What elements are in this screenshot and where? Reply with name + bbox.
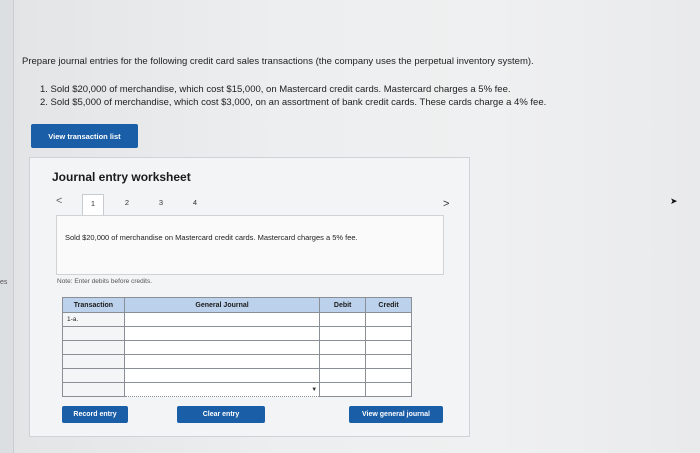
- header-transaction: Transaction: [62, 297, 125, 313]
- table-header-row: Transaction General Journal Debit Credit: [62, 297, 412, 313]
- entry-note: Note: Enter debits before credits.: [57, 278, 153, 285]
- transactions-list: 1. Sold $20,000 of merchandise, which co…: [40, 83, 660, 109]
- transaction-cell: [62, 340, 125, 355]
- table-row: [62, 354, 412, 369]
- record-entry-button[interactable]: Record entry: [62, 406, 128, 423]
- transaction-cell: [62, 382, 125, 397]
- clear-entry-button[interactable]: Clear entry: [177, 406, 265, 423]
- credit-input[interactable]: [365, 340, 412, 355]
- transaction-cell: 1-a.: [62, 312, 125, 327]
- debit-input[interactable]: [319, 382, 367, 397]
- transaction-description-box: Sold $20,000 of merchandise on Mastercar…: [56, 215, 444, 275]
- general-journal-input[interactable]: [123, 340, 321, 355]
- chevron-down-icon[interactable]: ▼: [311, 387, 317, 393]
- view-transaction-list-button[interactable]: View transaction list: [31, 124, 138, 148]
- transaction-item-1: 1. Sold $20,000 of merchandise, which co…: [40, 84, 511, 95]
- table-row: [62, 368, 412, 383]
- general-journal-dropdown[interactable]: ▼: [123, 382, 321, 397]
- credit-input[interactable]: [365, 354, 412, 369]
- left-panel-text: es: [0, 279, 8, 286]
- general-journal-input[interactable]: [123, 326, 321, 341]
- journal-entry-worksheet: Journal entry worksheet < 1 2 3 4 > Sold…: [29, 157, 470, 437]
- general-journal-input[interactable]: [123, 354, 321, 369]
- header-general-journal: General Journal: [123, 297, 321, 313]
- worksheet-title: Journal entry worksheet: [52, 170, 191, 184]
- journal-entry-table: Transaction General Journal Debit Credit…: [62, 297, 412, 397]
- table-row: ▼: [62, 382, 412, 397]
- transaction-cell: [62, 368, 125, 383]
- view-general-journal-button[interactable]: View general journal: [349, 406, 443, 423]
- transaction-item-2: 2. Sold $5,000 of merchandise, which cos…: [40, 97, 547, 108]
- table-row: [62, 326, 412, 341]
- credit-input[interactable]: [365, 326, 412, 341]
- tab-2[interactable]: 2: [116, 194, 138, 214]
- header-debit: Debit: [319, 297, 367, 313]
- credit-input[interactable]: [365, 382, 412, 397]
- header-credit: Credit: [365, 297, 412, 313]
- debit-input[interactable]: [319, 354, 367, 369]
- tab-3[interactable]: 3: [150, 194, 172, 214]
- debit-input[interactable]: [319, 340, 367, 355]
- next-arrow-icon[interactable]: >: [443, 198, 449, 210]
- transaction-cell: [62, 354, 125, 369]
- general-journal-input[interactable]: [123, 368, 321, 383]
- table-row: 1-a.: [62, 312, 412, 327]
- debit-input[interactable]: [319, 326, 367, 341]
- previous-arrow-icon[interactable]: <: [56, 195, 62, 207]
- table-row: [62, 340, 412, 355]
- tab-4[interactable]: 4: [184, 194, 206, 214]
- left-side-panel: es: [0, 0, 14, 453]
- instructions-intro: Prepare journal entries for the followin…: [22, 56, 534, 67]
- transaction-cell: [62, 326, 125, 341]
- transaction-description: Sold $20,000 of merchandise on Mastercar…: [65, 233, 358, 242]
- tab-1[interactable]: 1: [82, 194, 104, 216]
- general-journal-input[interactable]: [123, 312, 321, 327]
- mouse-cursor-icon: ➤: [670, 196, 678, 206]
- credit-input[interactable]: [365, 312, 412, 327]
- credit-input[interactable]: [365, 368, 412, 383]
- debit-input[interactable]: [319, 312, 367, 327]
- debit-input[interactable]: [319, 368, 367, 383]
